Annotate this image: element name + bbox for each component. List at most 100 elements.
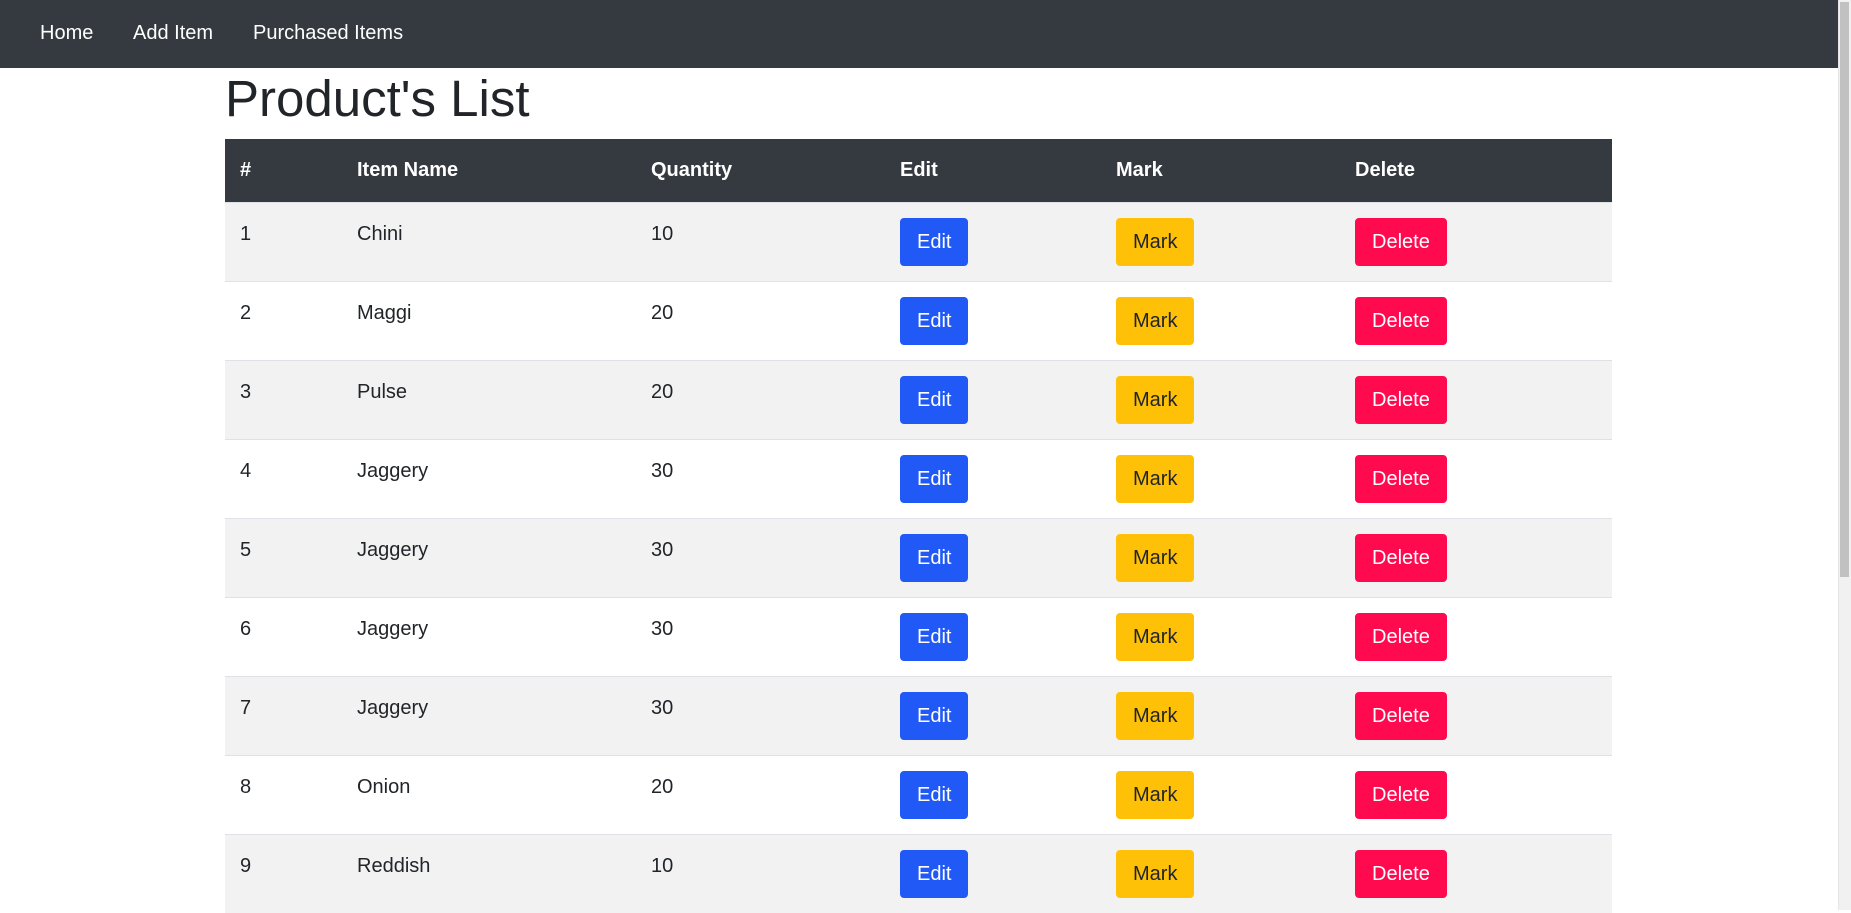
edit-button[interactable]: Edit — [900, 770, 969, 819]
products-table: # Item Name Quantity Edit Mark Delete 1 C… — [225, 139, 1612, 913]
delete-button[interactable]: Delete — [1355, 533, 1447, 582]
edit-button[interactable]: Edit — [900, 533, 969, 582]
cell-edit: Edit — [885, 202, 1101, 281]
cell-item-name: Jaggery — [357, 696, 429, 719]
cell-mark: Mark — [1101, 755, 1340, 834]
table-row: 3 Pulse 20 Edit Mark Delete — [225, 360, 1612, 439]
cell-item-name: Jaggery — [357, 617, 429, 640]
cell-edit: Edit — [885, 597, 1101, 676]
cell-delete: Delete — [1340, 360, 1612, 439]
mark-button[interactable]: Mark — [1116, 612, 1195, 661]
cell-delete: Delete — [1340, 597, 1612, 676]
delete-button[interactable]: Delete — [1355, 691, 1447, 740]
table-row: 4 Jaggery 30 Edit Mark Delete — [225, 439, 1612, 518]
cell-number: 4 — [240, 459, 252, 482]
edit-button[interactable]: Edit — [900, 691, 969, 740]
edit-button[interactable]: Edit — [900, 296, 969, 345]
page-scrollbar-thumb[interactable] — [1840, 2, 1849, 577]
cell-number: 7 — [240, 696, 252, 719]
cell-quantity: 30 — [651, 538, 674, 561]
edit-button[interactable]: Edit — [900, 375, 969, 424]
table-row: 1 Chini 10 Edit Mark Delete — [225, 202, 1612, 281]
delete-button[interactable]: Delete — [1355, 770, 1447, 819]
mark-button[interactable]: Mark — [1116, 454, 1195, 503]
header-quantity: Quantity — [651, 158, 733, 181]
cell-delete: Delete — [1340, 439, 1612, 518]
cell-quantity: 20 — [651, 380, 674, 403]
cell-edit: Edit — [885, 439, 1101, 518]
cell-number: 3 — [240, 380, 252, 403]
table-header: # Item Name Quantity Edit Mark Delete — [225, 139, 1612, 202]
delete-button[interactable]: Delete — [1355, 612, 1447, 661]
cell-mark: Mark — [1101, 676, 1340, 755]
edit-button[interactable]: Edit — [900, 217, 969, 266]
mark-button[interactable]: Mark — [1116, 849, 1195, 898]
mark-button[interactable]: Mark — [1116, 296, 1195, 345]
header-number: # — [240, 158, 252, 181]
products-table-container: # Item Name Quantity Edit Mark Delete 1 C… — [225, 139, 1612, 913]
header-item-name: Item Name — [357, 158, 459, 181]
cell-delete: Delete — [1340, 755, 1612, 834]
cell-mark: Mark — [1101, 202, 1340, 281]
cell-item-name: Jaggery — [357, 538, 429, 561]
cell-edit: Edit — [885, 676, 1101, 755]
cell-quantity: 30 — [651, 459, 674, 482]
nav-home-link[interactable]: Home — [40, 22, 93, 45]
cell-delete: Delete — [1340, 281, 1612, 360]
cell-item-name: Jaggery — [357, 459, 429, 482]
edit-button[interactable]: Edit — [900, 849, 969, 898]
cell-delete: Delete — [1340, 676, 1612, 755]
table-row: 9 Reddish 10 Edit Mark Delete — [225, 834, 1612, 913]
cell-quantity: 10 — [651, 222, 674, 245]
cell-delete: Delete — [1340, 518, 1612, 597]
cell-item-name: Maggi — [357, 301, 412, 324]
cell-mark: Mark — [1101, 834, 1340, 913]
page-title: Product's List — [225, 70, 530, 127]
cell-mark: Mark — [1101, 597, 1340, 676]
header-mark: Mark — [1116, 158, 1163, 181]
cell-item-name: Chini — [357, 222, 403, 245]
cell-number: 9 — [240, 854, 252, 877]
table-body: 1 Chini 10 Edit Mark Delete 2 Maggi 20 Edit Mark De… — [225, 202, 1612, 913]
mark-button[interactable]: Mark — [1116, 375, 1195, 424]
nav-purchased-items-link[interactable]: Purchased Items — [253, 22, 403, 45]
cell-item-name: Onion — [357, 775, 411, 798]
cell-item-name: Reddish — [357, 854, 431, 877]
header-delete: Delete — [1355, 158, 1416, 181]
cell-edit: Edit — [885, 755, 1101, 834]
top-navbar: Home Add Item Purchased Items — [0, 0, 1838, 68]
table-row: 8 Onion 20 Edit Mark Delete — [225, 755, 1612, 834]
delete-button[interactable]: Delete — [1355, 217, 1447, 266]
cell-quantity: 10 — [651, 854, 674, 877]
cell-edit: Edit — [885, 281, 1101, 360]
cell-quantity: 30 — [651, 696, 674, 719]
cell-mark: Mark — [1101, 360, 1340, 439]
mark-button[interactable]: Mark — [1116, 217, 1195, 266]
edit-button[interactable]: Edit — [900, 612, 969, 661]
cell-delete: Delete — [1340, 202, 1612, 281]
edit-button[interactable]: Edit — [900, 454, 969, 503]
cell-edit: Edit — [885, 834, 1101, 913]
cell-number: 6 — [240, 617, 252, 640]
table-row: 2 Maggi 20 Edit Mark Delete — [225, 281, 1612, 360]
delete-button[interactable]: Delete — [1355, 375, 1447, 424]
cell-quantity: 20 — [651, 301, 674, 324]
cell-edit: Edit — [885, 518, 1101, 597]
mark-button[interactable]: Mark — [1116, 533, 1195, 582]
table-header-row: # Item Name Quantity Edit Mark Delete — [225, 139, 1612, 202]
cell-number: 5 — [240, 538, 252, 561]
table-row: 5 Jaggery 30 Edit Mark Delete — [225, 518, 1612, 597]
cell-quantity: 30 — [651, 617, 674, 640]
mark-button[interactable]: Mark — [1116, 770, 1195, 819]
table-row: 7 Jaggery 30 Edit Mark Delete — [225, 676, 1612, 755]
delete-button[interactable]: Delete — [1355, 296, 1447, 345]
cell-number: 8 — [240, 775, 252, 798]
delete-button[interactable]: Delete — [1355, 454, 1447, 503]
delete-button[interactable]: Delete — [1355, 849, 1447, 898]
cell-mark: Mark — [1101, 439, 1340, 518]
cell-quantity: 20 — [651, 775, 674, 798]
cell-number: 2 — [240, 301, 252, 324]
cell-mark: Mark — [1101, 281, 1340, 360]
mark-button[interactable]: Mark — [1116, 691, 1195, 740]
nav-add-item-link[interactable]: Add Item — [133, 22, 213, 45]
